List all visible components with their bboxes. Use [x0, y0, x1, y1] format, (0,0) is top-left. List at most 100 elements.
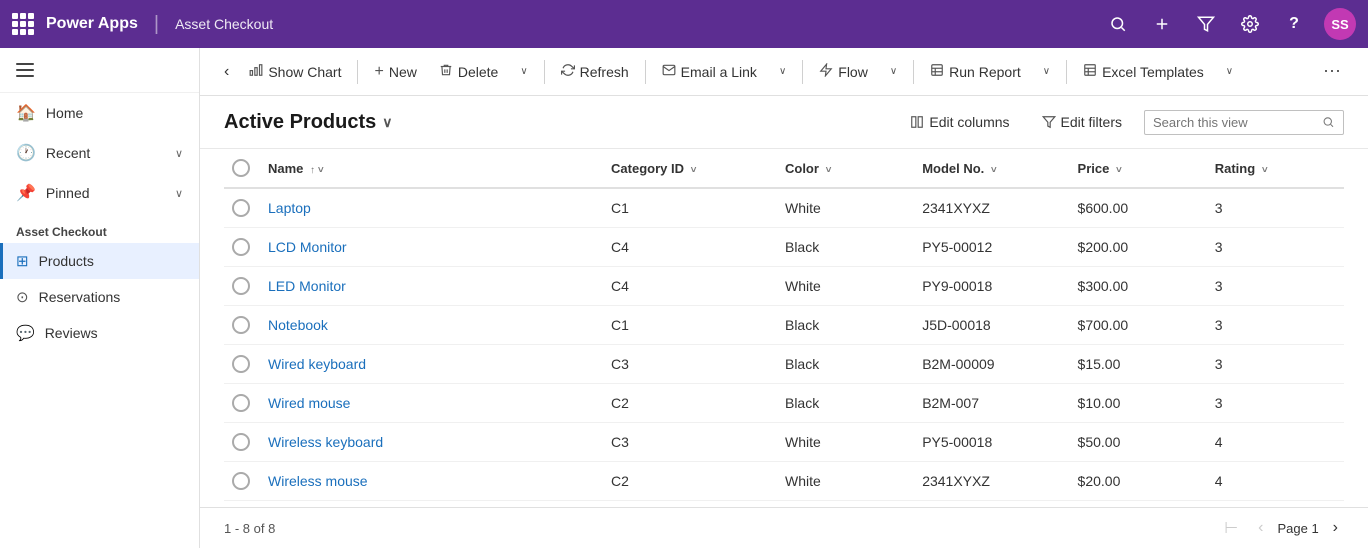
- row-name-cell: Wired mouse: [260, 384, 603, 423]
- sidebar-item-pinned[interactable]: 📌 Pinned ∨: [0, 173, 199, 213]
- row-checkbox[interactable]: [232, 277, 250, 295]
- sidebar-item-recent[interactable]: 🕐 Recent ∨: [0, 133, 199, 173]
- chevron-down-icon-4: ∨: [1043, 66, 1050, 77]
- row-checkbox-cell[interactable]: [224, 267, 260, 306]
- select-all-checkbox[interactable]: [232, 159, 250, 177]
- col-header-rating[interactable]: Rating ˅: [1207, 149, 1344, 188]
- view-title-chevron-icon[interactable]: ∨: [382, 114, 392, 131]
- show-chart-button[interactable]: Show Chart: [239, 57, 351, 86]
- sidebar-item-reviews[interactable]: 💬 Reviews: [0, 315, 199, 351]
- refresh-button[interactable]: Refresh: [551, 57, 639, 86]
- sidebar-top: [0, 48, 199, 93]
- row-model-cell: PY5-00012: [914, 228, 1069, 267]
- row-price-cell: $300.00: [1070, 267, 1207, 306]
- cmd-sep-1: [357, 60, 358, 84]
- edit-filters-button[interactable]: Edit filters: [1032, 108, 1132, 136]
- row-name-link[interactable]: Wireless mouse: [268, 473, 368, 489]
- row-model-cell: 2341XYXZ: [914, 462, 1069, 501]
- nav-separator: |: [154, 13, 159, 36]
- cmd-chevron-4[interactable]: ∨: [1033, 60, 1060, 83]
- row-name-link[interactable]: Wired mouse: [268, 395, 350, 411]
- chevron-down-icon-2: ∨: [779, 66, 786, 77]
- help-icon[interactable]: ?: [1280, 10, 1308, 38]
- row-checkbox[interactable]: [232, 394, 250, 412]
- nav-right: ? SS: [1104, 8, 1356, 40]
- row-name-link[interactable]: Laptop: [268, 200, 311, 216]
- row-color-cell: White: [777, 462, 914, 501]
- name-sort-icon: ↑ ˅: [310, 165, 324, 176]
- row-checkbox-cell[interactable]: [224, 462, 260, 501]
- more-commands-button[interactable]: ⋯: [1313, 55, 1352, 88]
- run-report-button[interactable]: Run Report: [920, 57, 1031, 86]
- next-page-button[interactable]: ›: [1327, 517, 1344, 539]
- cmd-chevron-5[interactable]: ∨: [1216, 60, 1243, 83]
- back-button[interactable]: ‹: [216, 59, 237, 85]
- hamburger-menu[interactable]: [12, 56, 40, 84]
- row-model-cell: 2341XYXZ: [914, 188, 1069, 228]
- table-row: Laptop C1 White 2341XYXZ $600.00 3: [224, 188, 1344, 228]
- cmd-chevron-3[interactable]: ∨: [880, 60, 907, 83]
- row-color-cell: Black: [777, 345, 914, 384]
- row-checkbox-cell[interactable]: [224, 345, 260, 384]
- cmd-chevron-1[interactable]: ∨: [510, 60, 537, 83]
- sidebar: 🏠 Home 🕐 Recent ∨ 📌 Pinned ∨ Asset Check…: [0, 48, 200, 548]
- cmd-chevron-2[interactable]: ∨: [769, 60, 796, 83]
- sidebar-reviews-label: Reviews: [45, 325, 98, 341]
- col-header-color[interactable]: Color ˅: [777, 149, 914, 188]
- row-checkbox-cell[interactable]: [224, 306, 260, 345]
- refresh-icon: [561, 63, 575, 80]
- excel-icon: [1083, 63, 1097, 80]
- new-button[interactable]: + New: [364, 57, 426, 87]
- prev-page-button[interactable]: ‹: [1252, 517, 1269, 539]
- row-model-cell: B2M-00009: [914, 345, 1069, 384]
- email-link-button[interactable]: Email a Link: [652, 57, 767, 86]
- row-name-link[interactable]: LED Monitor: [268, 278, 346, 294]
- sidebar-item-home[interactable]: 🏠 Home: [0, 93, 199, 133]
- add-icon[interactable]: [1148, 10, 1176, 38]
- excel-templates-button[interactable]: Excel Templates: [1073, 57, 1214, 86]
- select-all-header[interactable]: [224, 149, 260, 188]
- row-checkbox[interactable]: [232, 316, 250, 334]
- search-icon[interactable]: [1104, 10, 1132, 38]
- col-header-category[interactable]: Category ID ˅: [603, 149, 777, 188]
- first-page-button[interactable]: ⊢: [1218, 516, 1244, 540]
- content-area: ‹ Show Chart + New Delete ∨: [200, 48, 1368, 548]
- col-header-name[interactable]: Name ↑ ˅: [260, 149, 603, 188]
- apps-grid-icon[interactable]: [12, 13, 34, 35]
- row-name-link[interactable]: Wireless keyboard: [268, 434, 383, 450]
- flow-icon: [819, 63, 833, 80]
- row-name-link[interactable]: Wired keyboard: [268, 356, 366, 372]
- sidebar-item-products[interactable]: ⊞ Products: [0, 243, 199, 279]
- row-checkbox[interactable]: [232, 238, 250, 256]
- settings-icon[interactable]: [1236, 10, 1264, 38]
- show-chart-label: Show Chart: [268, 64, 341, 80]
- row-checkbox-cell[interactable]: [224, 423, 260, 462]
- table-row: LED Monitor C4 White PY9-00018 $300.00 3: [224, 267, 1344, 306]
- row-checkbox-cell[interactable]: [224, 188, 260, 228]
- row-checkbox-cell[interactable]: [224, 384, 260, 423]
- products-table: Name ↑ ˅ Category ID ˅ Color ˅ Model N: [224, 149, 1344, 501]
- search-input[interactable]: [1153, 115, 1316, 130]
- filter-list-icon: [1042, 115, 1056, 129]
- excel-templates-label: Excel Templates: [1102, 64, 1204, 80]
- col-header-price[interactable]: Price ˅: [1070, 149, 1207, 188]
- table-container: Name ↑ ˅ Category ID ˅ Color ˅ Model N: [200, 149, 1368, 507]
- row-color-cell: Black: [777, 228, 914, 267]
- row-name-link[interactable]: Notebook: [268, 317, 328, 333]
- row-checkbox[interactable]: [232, 355, 250, 373]
- row-checkbox[interactable]: [232, 472, 250, 490]
- col-header-model[interactable]: Model No. ˅: [914, 149, 1069, 188]
- row-color-cell: White: [777, 188, 914, 228]
- flow-button[interactable]: Flow: [809, 57, 878, 86]
- filter-icon[interactable]: [1192, 10, 1220, 38]
- row-name-link[interactable]: LCD Monitor: [268, 239, 347, 255]
- row-rating-cell: 4: [1207, 423, 1344, 462]
- row-checkbox[interactable]: [232, 433, 250, 451]
- row-checkbox[interactable]: [232, 199, 250, 217]
- avatar[interactable]: SS: [1324, 8, 1356, 40]
- sidebar-item-reservations[interactable]: ⊙ Reservations: [0, 279, 199, 315]
- row-model-cell: B2M-007: [914, 384, 1069, 423]
- row-checkbox-cell[interactable]: [224, 228, 260, 267]
- delete-button[interactable]: Delete: [429, 57, 508, 86]
- edit-columns-button[interactable]: Edit columns: [900, 108, 1019, 136]
